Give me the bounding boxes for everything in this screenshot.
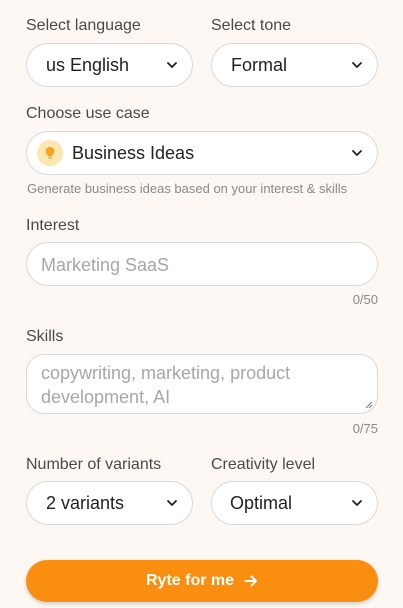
- lightbulb-icon: [37, 140, 63, 166]
- creativity-label: Creativity level: [211, 456, 316, 473]
- chevron-down-icon: [167, 500, 177, 506]
- chevron-down-icon: [352, 62, 362, 68]
- skills-textarea[interactable]: copywriting, marketing, product developm…: [26, 354, 378, 414]
- interest-placeholder: Marketing SaaS: [41, 255, 170, 275]
- use-case-hint: Generate business ideas based on your in…: [27, 181, 348, 196]
- use-case-value: Business Ideas: [72, 142, 195, 163]
- arrow-right-icon: [244, 575, 258, 587]
- resize-handle-icon[interactable]: [365, 401, 373, 409]
- ryte-for-me-label: Ryte for me: [145, 572, 235, 589]
- skills-counter: 0/75: [352, 421, 378, 436]
- select-language-label: Select language: [26, 17, 141, 34]
- skills-label: Skills: [26, 328, 64, 345]
- interest-label: Interest: [26, 217, 80, 234]
- chevron-down-icon: [352, 500, 362, 506]
- tone-value: Formal: [231, 54, 288, 75]
- variants-select[interactable]: 2 variants: [26, 481, 193, 525]
- use-case-select[interactable]: Business Ideas: [26, 131, 378, 175]
- interest-input[interactable]: Marketing SaaS: [26, 242, 378, 286]
- chevron-down-icon: [167, 62, 177, 68]
- tone-select[interactable]: Formal: [211, 43, 378, 87]
- use-case-label: Choose use case: [26, 105, 150, 122]
- skills-placeholder: copywriting, marketing, product developm…: [41, 363, 291, 407]
- language-value: us English: [46, 54, 130, 75]
- creativity-select[interactable]: Optimal: [211, 481, 378, 525]
- language-select[interactable]: us English: [26, 43, 193, 87]
- variants-label: Number of variants: [26, 456, 162, 473]
- chevron-down-icon: [352, 150, 362, 156]
- interest-counter: 0/50: [352, 292, 378, 307]
- ryte-for-me-button[interactable]: Ryte for me: [26, 560, 378, 602]
- variants-value: 2 variants: [46, 492, 125, 513]
- creativity-value: Optimal: [230, 492, 293, 513]
- select-tone-label: Select tone: [211, 17, 292, 34]
